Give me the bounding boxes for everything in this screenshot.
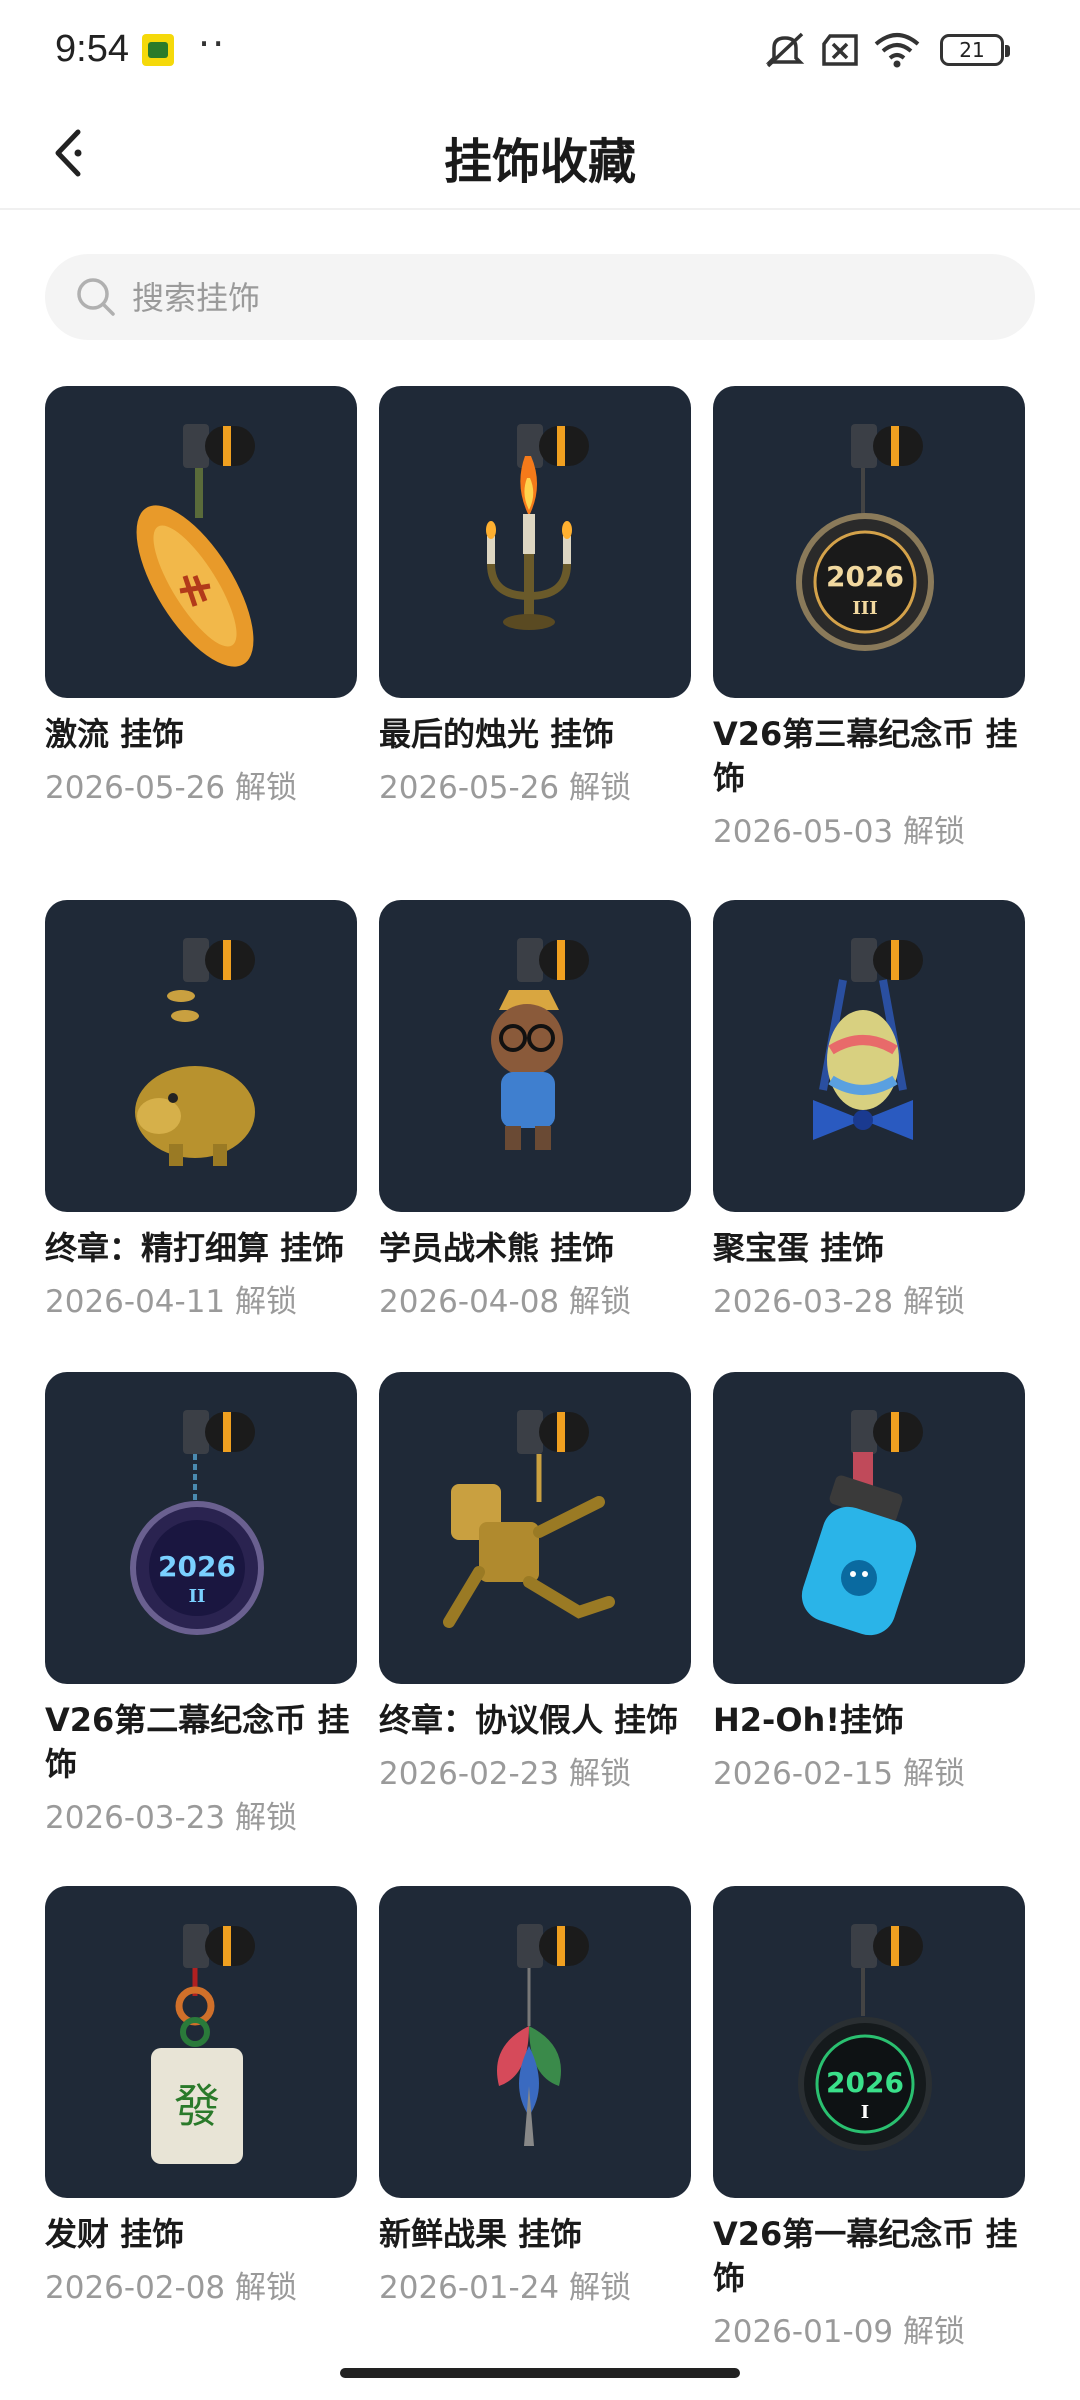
unlock-date: 2026-02-15 解锁 xyxy=(713,1756,966,1792)
egg-basket-charm-image xyxy=(713,900,1025,1212)
battery-indicator: 21 xyxy=(940,34,1010,66)
mute-icon xyxy=(765,32,805,68)
charm-name: 最后的烛光 挂饰 xyxy=(379,715,615,753)
unlock-date: 2026-05-26 解锁 xyxy=(45,770,298,806)
charm-name: V26第一幕纪念币 挂饰 xyxy=(713,2215,1018,2297)
coin-year-text: 2026 xyxy=(158,1550,236,1583)
unlock-date: 2026-03-28 解锁 xyxy=(713,1284,966,1320)
search-icon xyxy=(77,278,115,316)
unlock-date: 2026-03-23 解锁 xyxy=(45,1800,298,1836)
charm-name: V26第三幕纪念币 挂饰 xyxy=(713,715,1018,797)
tile-glyph-text: 發 xyxy=(174,2079,220,2133)
charm-name: H2-Oh!挂饰 xyxy=(713,1701,904,1739)
app-notification-icon xyxy=(142,34,174,66)
sim-off-icon xyxy=(822,34,858,66)
charm-name: V26第二幕纪念币 挂饰 xyxy=(45,1701,350,1783)
more-notifications-icon: ·· xyxy=(198,22,227,66)
unlock-date: 2026-02-08 解锁 xyxy=(45,2270,298,2306)
charm-name: 发财 挂饰 xyxy=(45,2215,185,2253)
clip-mount-icon xyxy=(183,1410,255,1454)
unlock-date: 2026-05-26 解锁 xyxy=(379,770,632,806)
wifi-icon xyxy=(874,33,920,68)
coin-act-text: II xyxy=(189,1586,206,1607)
clip-mount-icon xyxy=(517,938,589,982)
clip-mount-icon xyxy=(183,1924,255,1968)
clip-mount-icon xyxy=(851,938,923,982)
charm-name: 新鲜战果 挂饰 xyxy=(379,2215,583,2253)
clip-mount-icon xyxy=(851,424,923,468)
clip-mount-icon xyxy=(183,938,255,982)
coin-act-text: I xyxy=(861,2102,869,2123)
coin-year-text: 2026 xyxy=(826,2066,904,2099)
coin-charm-2026-ii-image: 2026 II xyxy=(45,1372,357,1684)
surfboard-charm-image xyxy=(45,386,357,698)
unlock-date: 2026-01-09 解锁 xyxy=(713,2314,966,2350)
charm-name: 激流 挂饰 xyxy=(45,715,185,753)
clip-mount-icon xyxy=(517,1924,589,1968)
coin-charm-2026-iii-image: 2026 III xyxy=(713,386,1025,698)
app-header: 挂饰收藏 xyxy=(0,100,1080,210)
gold-dummy-charm-image xyxy=(379,1372,691,1684)
unlock-date: 2026-04-11 解锁 xyxy=(45,1284,298,1320)
leaf-charm-image xyxy=(379,1886,691,2198)
home-indicator[interactable] xyxy=(340,2368,740,2378)
clip-mount-icon xyxy=(183,424,255,468)
coin-year-text: 2026 xyxy=(826,560,904,593)
coin-charm-2026-i-image: 2026 I xyxy=(713,1886,1025,2198)
status-time: 9:54 xyxy=(55,28,129,70)
clip-mount-icon xyxy=(517,1410,589,1454)
charm-name: 学员战术熊 挂饰 xyxy=(379,1229,615,1267)
clip-mount-icon xyxy=(851,1410,923,1454)
coin-act-text: III xyxy=(852,598,877,619)
status-bar: 9:54 ·· 21 xyxy=(0,0,1080,100)
candelabra-charm-image xyxy=(379,386,691,698)
unlock-date: 2026-05-03 解锁 xyxy=(713,814,966,850)
unlock-date: 2026-01-24 解锁 xyxy=(379,2270,632,2306)
clip-mount-icon xyxy=(851,1924,923,1968)
page-title: 挂饰收藏 xyxy=(443,134,636,190)
unlock-date: 2026-04-08 解锁 xyxy=(379,1284,632,1320)
unlock-date: 2026-02-23 解锁 xyxy=(379,1756,632,1792)
charm-name: 终章：精打细算 挂饰 xyxy=(45,1229,345,1267)
search-bar[interactable] xyxy=(45,254,1035,342)
water-bottle-charm-image xyxy=(713,1372,1025,1684)
bear-charm-image xyxy=(379,900,691,1212)
search-input[interactable] xyxy=(130,254,994,342)
piggy-bank-charm-image xyxy=(45,900,357,1212)
charm-name: 终章：协议假人 挂饰 xyxy=(379,1701,679,1739)
charm-name: 聚宝蛋 挂饰 xyxy=(713,1229,885,1267)
mahjong-tile-charm-image: 發 xyxy=(45,1886,357,2198)
